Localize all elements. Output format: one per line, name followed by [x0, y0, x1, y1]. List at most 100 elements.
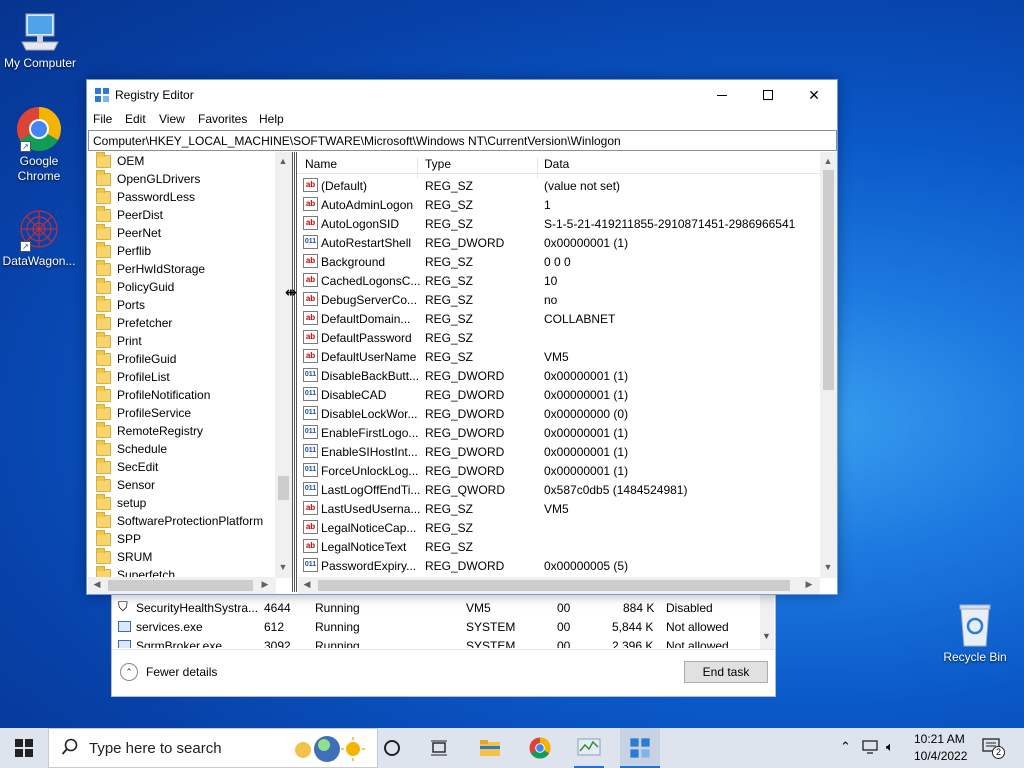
scroll-thumb[interactable] [318, 580, 790, 591]
tree-key-item[interactable]: PeerNet [96, 223, 161, 242]
scroll-thumb[interactable] [108, 580, 253, 591]
value-row[interactable]: ab DefaultPassword REG_SZ [297, 328, 821, 347]
maximize-button[interactable] [745, 80, 791, 110]
value-row[interactable]: 011 ForceUnlockLog... REG_DWORD 0x00000001 … [297, 461, 821, 480]
notification-button[interactable]: 2 [982, 738, 1005, 759]
tree-key-item[interactable]: OEM [96, 152, 144, 170]
tree-key-item[interactable]: ProfileService [96, 403, 191, 422]
minimize-button[interactable] [699, 80, 745, 110]
values-scrollbar[interactable]: ▲ ▼ [820, 152, 837, 578]
value-row[interactable]: ab LegalNoticeCap... REG_SZ [297, 518, 821, 537]
task-view-button[interactable] [424, 728, 454, 768]
tree-key-item[interactable]: SPP [96, 529, 141, 548]
desktop-icon-recycle-bin[interactable]: Recycle Bin [935, 602, 1015, 665]
tree-key-item[interactable]: ProfileList [96, 367, 170, 386]
tree-key-item[interactable]: setup [96, 493, 146, 512]
tree-key-item[interactable]: RemoteRegistry [96, 421, 203, 440]
value-row[interactable]: 011 PasswordExpiry... REG_DWORD 0x00000005 … [297, 556, 821, 575]
value-row[interactable]: ab DefaultDomain... REG_SZ COLLABNET [297, 309, 821, 328]
tm-scrollbar[interactable]: ▼ [760, 595, 774, 649]
chevron-left-icon[interactable]: ◀ [300, 579, 314, 590]
menu-view[interactable]: View [159, 112, 185, 126]
value-row[interactable]: ab AutoAdminLogon REG_SZ 1 [297, 195, 821, 214]
tree-key-item[interactable]: PeerDist [96, 205, 163, 224]
chevron-up-icon[interactable]: ⌃ [840, 739, 851, 755]
taskbar-search[interactable]: Type here to search [48, 728, 378, 768]
tree-key-item[interactable]: Schedule [96, 439, 167, 458]
chevron-right-icon[interactable]: ▶ [802, 579, 816, 590]
value-row[interactable]: 011 DisableBackButt... REG_DWORD 0x00000001… [297, 366, 821, 385]
value-data: 10 [544, 274, 558, 288]
clock-date[interactable]: 10/4/2022 [914, 749, 967, 763]
table-row[interactable]: ⛉ SecurityHealthSystra... 4644 Running V… [112, 598, 772, 617]
value-row[interactable]: 011 DisableLockWor... REG_DWORD 0x00000000 … [297, 404, 821, 423]
network-icon[interactable] [862, 740, 880, 757]
start-button[interactable] [0, 728, 48, 768]
tree-hscrollbar[interactable]: ◀ ▶ [88, 577, 276, 594]
chevron-up-icon[interactable]: ▲ [821, 156, 835, 166]
value-row[interactable]: ab DebugServerCo... REG_SZ no [297, 290, 821, 309]
values-hscrollbar[interactable]: ◀ ▶ [298, 577, 820, 594]
tree-key-item[interactable]: PerHwIdStorage [96, 259, 205, 278]
value-row[interactable]: ab Background REG_SZ 0 0 0 [297, 252, 821, 271]
string-value-icon: ab [303, 501, 318, 515]
taskbar-registry-editor[interactable] [620, 728, 660, 768]
value-row[interactable]: 011 LastLogOffEndTi... REG_QWORD 0x587c0db5… [297, 480, 821, 499]
taskbar-task-manager[interactable] [572, 728, 606, 768]
tree-key-item[interactable]: Print [96, 331, 142, 350]
clock-time[interactable]: 10:21 AM [914, 732, 965, 746]
value-row[interactable]: ab LastUsedUserna... REG_SZ VM5 [297, 499, 821, 518]
table-row[interactable]: SgrmBroker.exe 3092 Running SYSTEM 00 2,… [112, 636, 772, 648]
table-row[interactable]: services.exe 612 Running SYSTEM 00 5,844… [112, 617, 772, 636]
tree-key-item[interactable]: SRUM [96, 547, 152, 566]
value-row[interactable]: ab AutoLogonSID REG_SZ S-1-5-21-419211855-2… [297, 214, 821, 233]
tree-key-item[interactable]: Ports [96, 295, 145, 314]
chevron-down-icon[interactable]: ▼ [276, 562, 290, 572]
tree-key-item[interactable]: OpenGLDrivers [96, 169, 200, 188]
tree-key-item[interactable]: SecEdit [96, 457, 158, 476]
desktop-icon-datawagon[interactable]: ↗ DataWagon... [0, 206, 79, 269]
menu-edit[interactable]: Edit [125, 112, 146, 126]
tree-key-item[interactable]: Perflib [96, 241, 151, 260]
value-row[interactable]: ab DefaultUserName REG_SZ VM5 [297, 347, 821, 366]
taskbar-chrome[interactable] [524, 728, 556, 768]
tree-key-item[interactable]: Sensor [96, 475, 155, 494]
value-row[interactable]: 011 DisableCAD REG_DWORD 0x00000001 (1) [297, 385, 821, 404]
fewer-details-button[interactable]: ⌃ Fewer details [120, 663, 217, 681]
tree-key-item[interactable]: PolicyGuid [96, 277, 174, 296]
value-row[interactable]: 011 EnableFirstLogo... REG_DWORD 0x00000001… [297, 423, 821, 442]
taskbar-file-explorer[interactable] [474, 728, 506, 768]
value-row[interactable]: ab (Default) REG_SZ (value not set) [297, 176, 821, 195]
chevron-up-icon[interactable]: ▲ [276, 156, 290, 166]
column-data[interactable]: Data [544, 157, 569, 171]
menu-file[interactable]: File [93, 112, 112, 126]
scroll-thumb[interactable] [823, 170, 834, 390]
value-row[interactable]: ab LegalNoticeText REG_SZ [297, 537, 821, 556]
tree-key-item[interactable]: Prefetcher [96, 313, 172, 332]
desktop-icon-google-chrome[interactable]: ↗ Google Chrome [0, 106, 79, 184]
task-view-button[interactable] [378, 728, 406, 768]
address-bar[interactable]: Computer\HKEY_LOCAL_MACHINE\SOFTWARE\Mic… [88, 130, 837, 151]
close-button[interactable]: ✕ [791, 80, 837, 110]
value-row[interactable]: ab CachedLogonsC... REG_SZ 10 [297, 271, 821, 290]
menu-favorites[interactable]: Favorites [198, 112, 247, 126]
chevron-down-icon[interactable]: ▼ [821, 562, 835, 572]
tree-key-item[interactable]: PasswordLess [96, 187, 195, 206]
end-task-button[interactable]: End task [684, 661, 768, 683]
chevron-left-icon[interactable]: ◀ [90, 579, 104, 590]
value-row[interactable]: 011 EnableSIHostInt... REG_DWORD 0x00000001… [297, 442, 821, 461]
desktop-icon-my-computer[interactable]: My Computer [0, 10, 80, 71]
tree-key-item[interactable]: SoftwareProtectionPlatform [96, 511, 263, 530]
menu-help[interactable]: Help [259, 112, 284, 126]
column-type[interactable]: Type [425, 157, 451, 171]
volume-icon[interactable]: 🔈︎ [886, 739, 894, 755]
chevron-down-icon[interactable]: ▼ [762, 631, 771, 641]
tree-key-item[interactable]: ProfileGuid [96, 349, 176, 368]
tree-scrollbar[interactable]: ▲ ▼ [275, 152, 292, 578]
chevron-right-icon[interactable]: ▶ [258, 579, 272, 590]
tree-key-item[interactable]: ProfileNotification [96, 385, 210, 404]
title-bar[interactable]: Registry Editor ✕ [87, 80, 837, 110]
scroll-thumb[interactable] [278, 476, 289, 500]
value-row[interactable]: 011 AutoRestartShell REG_DWORD 0x00000001 (… [297, 233, 821, 252]
column-name[interactable]: Name [305, 157, 337, 171]
